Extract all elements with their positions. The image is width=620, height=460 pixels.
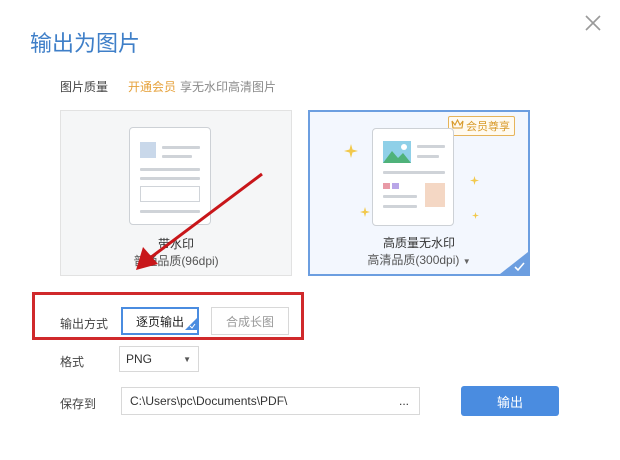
output-mode-per-page[interactable]: 逐页输出	[121, 307, 199, 335]
output-mode-long-image[interactable]: 合成长图	[211, 307, 289, 335]
dropdown-caret-icon: ▼	[183, 355, 191, 364]
output-mode-label: 输出方式	[60, 317, 109, 331]
format-label: 格式	[60, 355, 85, 369]
export-button[interactable]: 输出	[461, 386, 559, 416]
save-to-label: 保存到	[60, 397, 97, 411]
format-select[interactable]: PNG ▼	[119, 346, 199, 372]
selected-corner-icon	[185, 318, 197, 333]
save-path-input[interactable]: C:\Users\pc\Documents\PDF\ ...	[121, 387, 420, 415]
browse-button[interactable]: ...	[399, 394, 409, 408]
